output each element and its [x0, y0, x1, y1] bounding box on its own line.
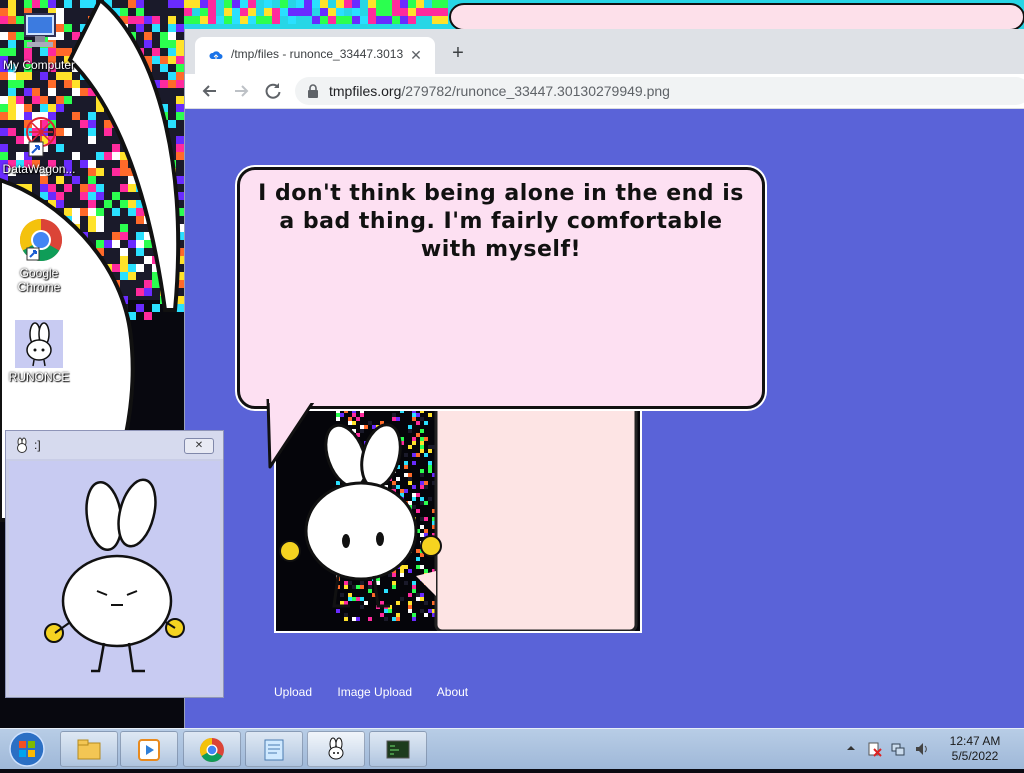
speech-bubble-tail — [266, 399, 317, 469]
show-hidden-icons-icon[interactable] — [846, 743, 856, 753]
start-button[interactable] — [4, 730, 50, 768]
taskbar-notepad[interactable] — [245, 731, 303, 767]
tab-title: /tmp/files - runonce_33447.3013 — [231, 47, 404, 61]
desktop-icon-datawagon[interactable]: DataWagon... — [0, 112, 78, 176]
close-button[interactable]: ✕ — [184, 438, 214, 454]
taskbar-runonce[interactable] — [307, 731, 365, 767]
upload-link[interactable]: Upload — [274, 685, 312, 699]
url-text: tmpfiles.org/279782/runonce_33447.301302… — [329, 83, 670, 99]
desktop-icon-label: Google Chrome — [17, 266, 61, 294]
bunny-character — [44, 478, 185, 673]
taskbar-media-player[interactable] — [120, 731, 178, 767]
bunny-window-title: :] — [34, 438, 41, 452]
desktop-icon-my-computer[interactable]: My Computer — [0, 8, 78, 72]
url-host: tmpfiles.org — [329, 83, 402, 99]
taskbar-explorer[interactable] — [60, 731, 118, 767]
reload-button[interactable] — [262, 80, 284, 102]
action-center-icon[interactable] — [866, 741, 882, 757]
bunny-window[interactable]: :] ✕ — [5, 430, 224, 698]
clock[interactable]: 12:47 AM 5/5/2022 — [940, 734, 1010, 764]
tab-bar: /tmp/files - runonce_33447.3013 ✕ + — [185, 29, 1024, 74]
network-icon[interactable] — [890, 741, 906, 757]
taskbar-terminal[interactable] — [369, 731, 427, 767]
system-tray: 12:47 AM 5/5/2022 — [840, 729, 1024, 769]
volume-icon[interactable] — [914, 741, 930, 757]
taskbar-chrome[interactable] — [183, 731, 241, 767]
datawagon-icon — [15, 112, 63, 160]
chrome-icon — [199, 737, 225, 763]
about-link[interactable]: About — [437, 685, 468, 699]
reload-icon — [265, 83, 281, 99]
speech-text: I don't think being alone in the end is … — [258, 181, 744, 262]
computer-icon — [15, 8, 63, 56]
terminal-icon — [385, 737, 411, 763]
cloud-upload-icon — [209, 49, 223, 63]
forward-button[interactable] — [230, 80, 252, 102]
speech-bubble: I don't think being alone in the end is … — [237, 167, 765, 409]
desktop-icon-label: My Computer — [2, 58, 76, 72]
browser-tab[interactable]: /tmp/files - runonce_33447.3013 ✕ — [195, 37, 435, 74]
back-button[interactable] — [199, 80, 221, 102]
folder-icon — [76, 737, 102, 763]
media-player-icon — [136, 737, 162, 763]
image-upload-link[interactable]: Image Upload — [337, 685, 412, 699]
displayed-image[interactable] — [274, 399, 642, 633]
page-content: I don't think being alone in the end is … — [185, 109, 1024, 728]
footer-links: Upload Image Upload About — [274, 685, 490, 699]
clock-time: 12:47 AM — [949, 734, 1001, 748]
url-path: /279782/runonce_33447.30130279949.png — [401, 83, 670, 99]
clock-date: 5/5/2022 — [951, 749, 999, 763]
bunny-icon — [15, 320, 63, 368]
bunny-window-titlebar[interactable]: :] ✕ — [6, 431, 223, 459]
browser-window: /tmp/files - runonce_33447.3013 ✕ + tmpf… — [184, 29, 1024, 728]
desktop-icon-label: RUNONCE — [8, 370, 70, 384]
desktop-icon-google-chrome[interactable]: Google Chrome — [0, 216, 78, 294]
browser-toolbar: tmpfiles.org/279782/runonce_33447.301302… — [185, 74, 1024, 109]
chrome-icon — [15, 216, 63, 264]
address-bar[interactable]: tmpfiles.org/279782/runonce_33447.301302… — [295, 77, 1024, 105]
forward-arrow-icon — [235, 85, 249, 97]
bunny-icon — [14, 437, 30, 453]
desktop-icon-runonce[interactable]: RUNONCE — [0, 320, 78, 384]
taskbar: 12:47 AM 5/5/2022 — [0, 728, 1024, 769]
new-tab-button[interactable]: + — [447, 42, 469, 64]
tab-close-button[interactable]: ✕ — [407, 46, 425, 64]
back-arrow-icon — [202, 85, 216, 97]
lock-icon — [307, 84, 319, 98]
desktop-icon-label: DataWagon... — [2, 162, 76, 176]
notepad-icon — [261, 737, 287, 763]
windows-logo-icon — [9, 731, 45, 767]
bunny-window-body — [9, 461, 220, 695]
bunny-icon — [323, 737, 349, 763]
bunny-artwork — [276, 401, 640, 631]
